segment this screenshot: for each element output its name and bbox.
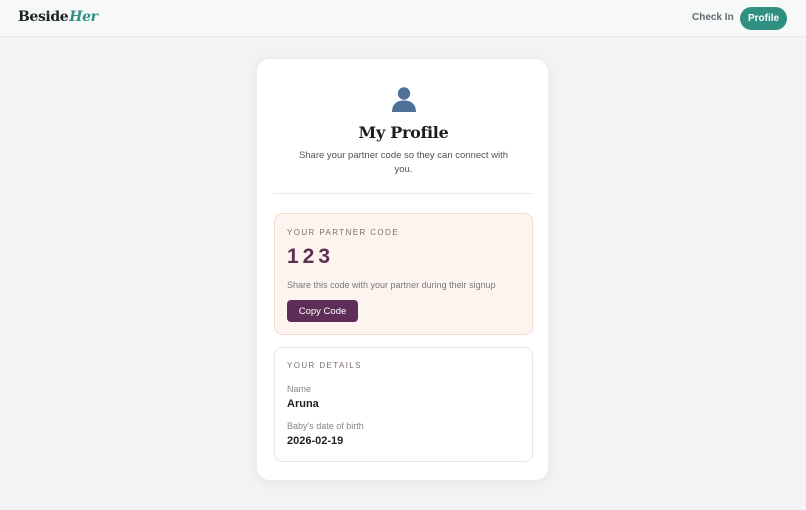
details-section-label: YOUR DETAILS: [287, 361, 362, 370]
page-subtitle: Share your partner code so they can conn…: [298, 150, 509, 175]
user-silhouette-icon: [392, 87, 416, 112]
brand-accent: Her: [69, 9, 98, 25]
page-title: My Profile: [358, 123, 449, 142]
partner-code-section-label: YOUR PARTNER CODE: [287, 228, 399, 237]
partner-code-hint: Share this code with your partner during…: [287, 280, 496, 290]
partner-code-panel: YOUR PARTNER CODE 123 Share this code wi…: [274, 213, 533, 335]
divider: [273, 193, 533, 194]
dob-value: 2026-02-19: [287, 435, 344, 447]
profile-card: My Profile Share your partner code so th…: [256, 58, 549, 481]
nav-profile-button[interactable]: Profile: [740, 7, 787, 30]
copy-code-button[interactable]: Copy Code: [287, 300, 358, 322]
brand-name: Beside: [18, 9, 69, 25]
name-label: Name: [287, 384, 312, 394]
name-value: Aruna: [287, 398, 319, 410]
nav-check-in-link[interactable]: Check In: [692, 12, 734, 23]
top-navbar: BesideHer Check In Profile: [0, 0, 806, 37]
partner-code-value: 123: [287, 245, 335, 268]
brand-logo[interactable]: BesideHer: [18, 9, 98, 25]
dob-label: Baby's date of birth: [287, 421, 364, 431]
details-panel: YOUR DETAILS Name Aruna Baby's date of b…: [274, 347, 533, 462]
